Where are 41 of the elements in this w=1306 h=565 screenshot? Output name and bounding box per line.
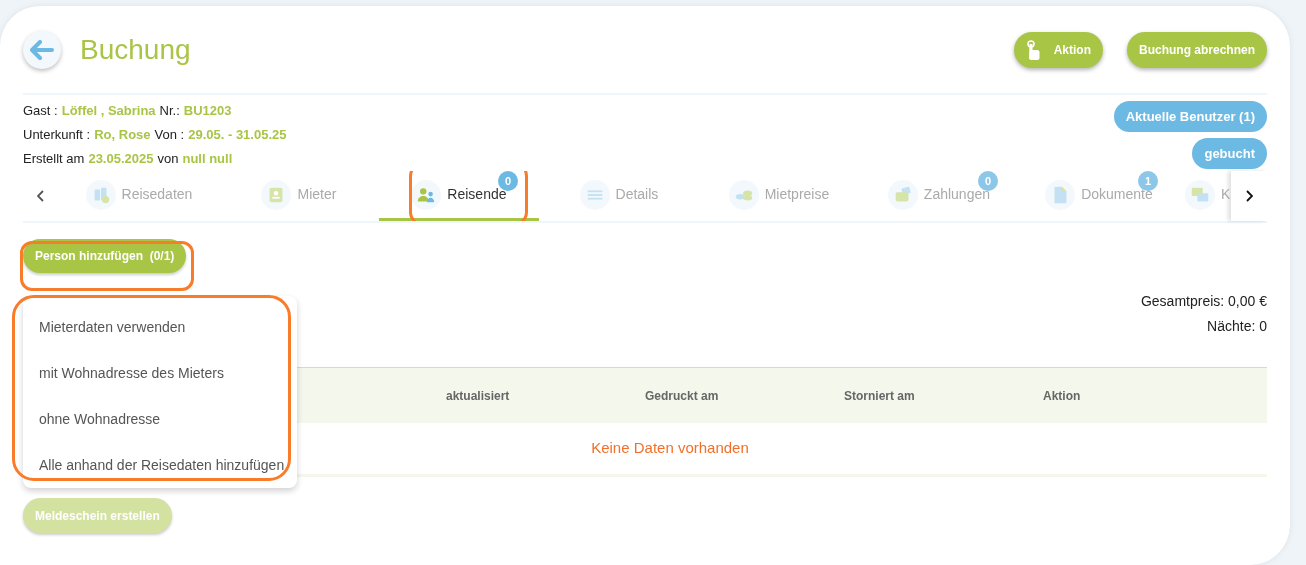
menu-item[interactable]: Mieterdaten verwenden <box>23 304 297 350</box>
back-button[interactable] <box>23 30 61 69</box>
empty-message: Keine Daten vorhanden <box>591 438 749 459</box>
billing-button[interactable]: Buchung abrechnen <box>1127 31 1267 68</box>
column-header: Aktion <box>1043 387 1082 405</box>
info-value: 29.05. - 31.05.25 <box>188 125 287 144</box>
action-button[interactable]: Aktion <box>1013 31 1103 68</box>
info-value: 23.05.2025 <box>88 149 154 168</box>
chevron-left-icon <box>36 190 45 202</box>
count-badge: 0 <box>497 171 518 191</box>
info-label: von <box>157 149 179 168</box>
count-badge: 1 <box>1137 171 1158 191</box>
info-label: Unterkunft : <box>23 125 91 144</box>
tab[interactable]: Reisedaten <box>58 171 219 221</box>
summary-text: Nächte: 0 <box>1207 317 1267 336</box>
scroll-right-button[interactable] <box>1231 171 1267 221</box>
column-header: Storniert am <box>844 387 916 405</box>
info-label: Erstellt am <box>23 149 85 168</box>
chevron-right-icon <box>1245 190 1253 202</box>
info-value: Löffel , Sabrina <box>61 101 156 120</box>
pointing-hand-icon <box>1025 39 1040 60</box>
column-header: aktualisiert <box>446 387 511 405</box>
summary-text: Gesamtpreis: 0,00 € <box>1140 292 1267 311</box>
tab[interactable]: Mieter <box>218 171 379 221</box>
menu-item[interactable]: mit Wohnadresse des Mieters <box>23 350 297 396</box>
menu-item[interactable]: ohne Wohnadresse <box>23 396 297 442</box>
info-label: Von : <box>154 125 185 144</box>
users-badge: Aktuelle Benutzer (1) <box>1113 101 1267 132</box>
back-arrow-icon <box>30 39 54 60</box>
tab[interactable]: Mietpreise <box>698 171 859 221</box>
page-title: Buchung <box>80 32 191 67</box>
menu-item[interactable]: Alle anhand der Reisedaten hinzufügen <box>23 442 297 488</box>
info-value: null null <box>182 149 233 168</box>
info-label: Gast : <box>23 101 58 120</box>
column-header: Gedruckt am <box>645 387 720 405</box>
count-badge: 0 <box>977 171 998 191</box>
info-value: BU1203 <box>183 101 232 120</box>
info-value: Ro, Rose <box>94 125 151 144</box>
status-badge: gebucht <box>1192 138 1267 169</box>
tab[interactable]: Details <box>538 171 699 221</box>
info-label: Nr.: <box>159 101 180 120</box>
